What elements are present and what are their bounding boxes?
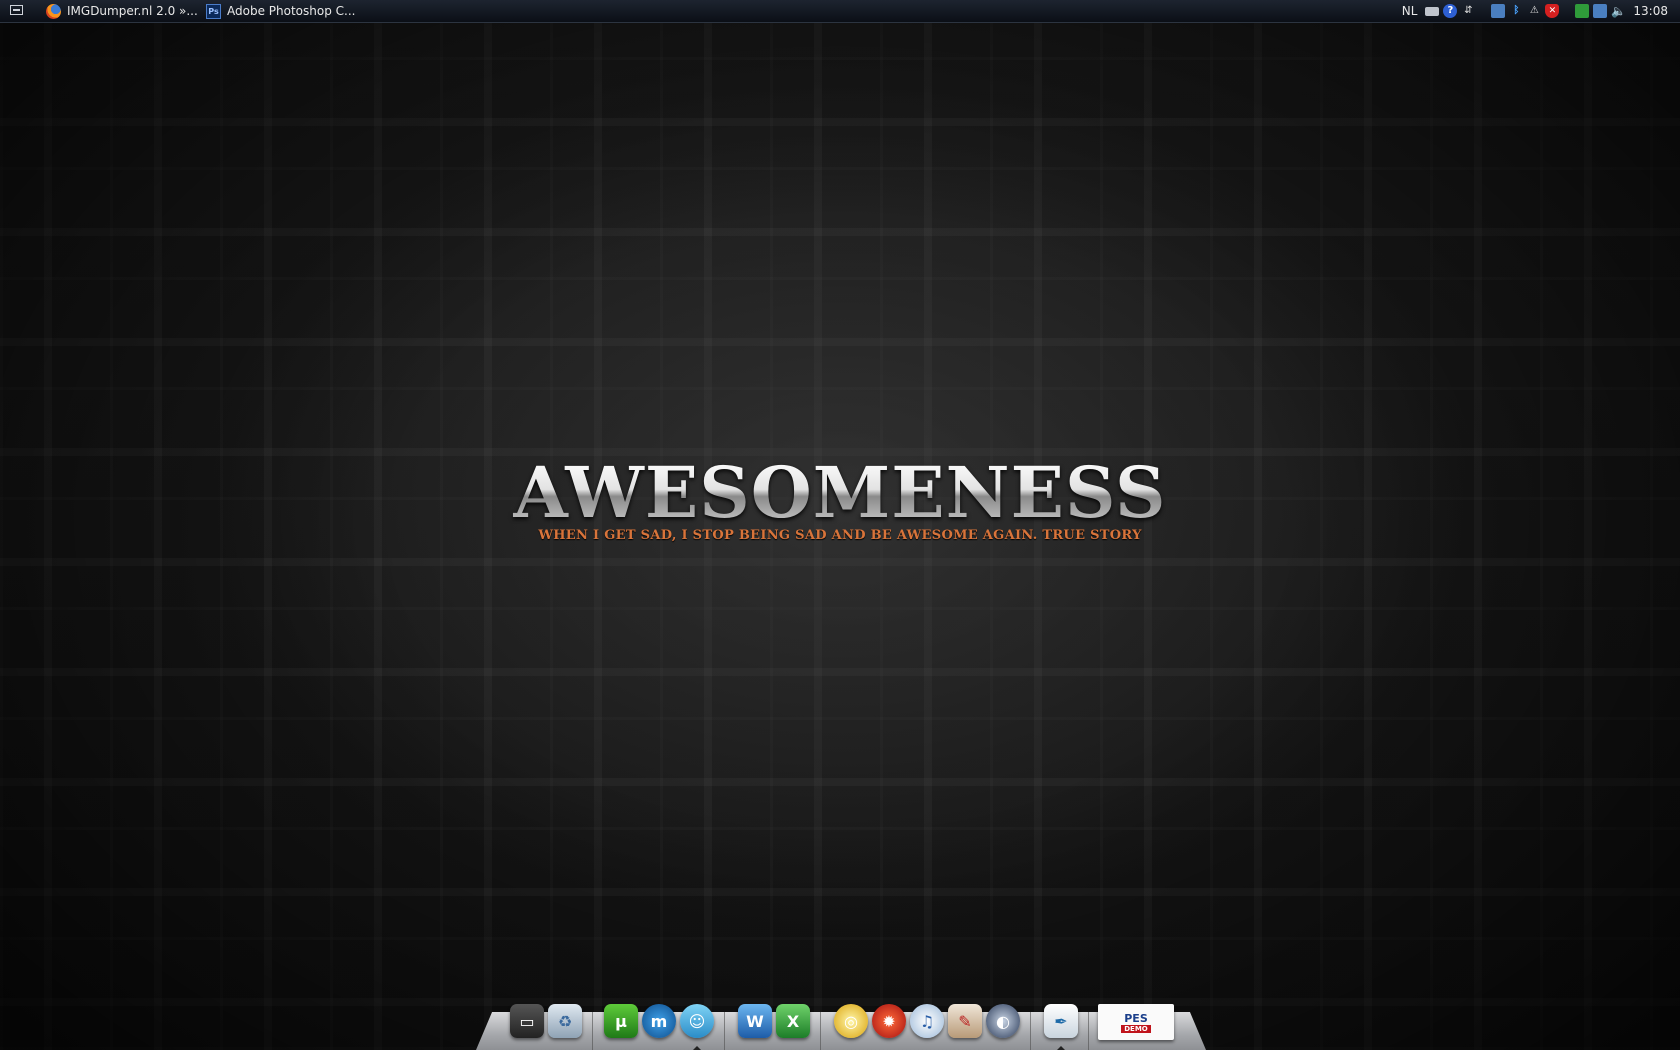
dock: ▭ ♻ µ m ☺ W X ◎ ✹ ♫ ✎ ◐ ✒ PES DEMO (476, 1004, 1206, 1050)
wallpaper-tagline: WHEN I GET SAD, I STOP BEING SAD AND BE … (538, 528, 1142, 543)
security-shield-icon[interactable]: ✕ (1545, 4, 1560, 18)
pes-demo-caption: DEMO (1121, 1024, 1151, 1033)
excel-icon[interactable]: X (776, 1004, 810, 1038)
keyboard-icon[interactable] (1425, 6, 1440, 16)
globe-icon[interactable]: ◐ (986, 1004, 1020, 1038)
photoshop-icon: Ps (206, 3, 221, 19)
bluetooth-icon[interactable]: ᛒ (1509, 4, 1523, 18)
sync-icon[interactable]: ⇵ (1461, 4, 1475, 18)
users-icon[interactable] (1491, 4, 1506, 18)
task-photoshop[interactable]: Ps Adobe Photoshop C... (206, 0, 355, 22)
utorrent-icon[interactable]: µ (604, 1004, 638, 1038)
show-desktop-button[interactable] (10, 5, 23, 15)
help-icon[interactable]: ? (1443, 4, 1458, 18)
paint-icon[interactable]: ✎ (948, 1004, 982, 1038)
taskbar: IMGDumper.nl 2.0 »... Ps Adobe Photoshop… (0, 0, 1680, 23)
network-warning-icon[interactable]: ⚠ (1527, 4, 1541, 18)
language-indicator[interactable]: NL (1402, 4, 1418, 18)
running-indicator (693, 1046, 701, 1050)
notepad-quill-icon[interactable]: ✒ (1044, 1004, 1078, 1038)
battery-icon[interactable] (1575, 4, 1590, 18)
task-firefox-label: IMGDumper.nl 2.0 »... (67, 4, 198, 18)
pes-logo: PES (1124, 1011, 1148, 1025)
word-icon[interactable]: W (738, 1004, 772, 1038)
dvd-icon[interactable]: ◎ (834, 1004, 868, 1038)
network-icon[interactable] (1593, 4, 1608, 18)
task-photoshop-label: Adobe Photoshop C... (227, 4, 356, 18)
burner-icon[interactable]: ✹ (872, 1004, 906, 1038)
wallpaper-title: AWESOMENESS (510, 458, 1170, 528)
volume-icon[interactable]: 🔈 (1611, 4, 1626, 18)
itunes-icon[interactable]: ♫ (910, 1004, 944, 1038)
messenger-icon[interactable]: ☺ (680, 1004, 714, 1038)
task-firefox[interactable]: IMGDumper.nl 2.0 »... (46, 0, 198, 22)
computer-icon[interactable]: ▭ (510, 1004, 544, 1038)
clock[interactable]: 13:08 (1633, 4, 1668, 18)
recycle-bin-icon[interactable]: ♻ (548, 1004, 582, 1038)
pes-demo-icon[interactable]: PES DEMO (1098, 1004, 1174, 1040)
system-tray: NL ? ⇵ ᛒ ⚠ ✕ 🔈 13:08 (1402, 0, 1680, 22)
firefox-icon (46, 3, 61, 19)
running-indicator (1057, 1046, 1065, 1050)
maxthon-icon[interactable]: m (642, 1004, 676, 1038)
